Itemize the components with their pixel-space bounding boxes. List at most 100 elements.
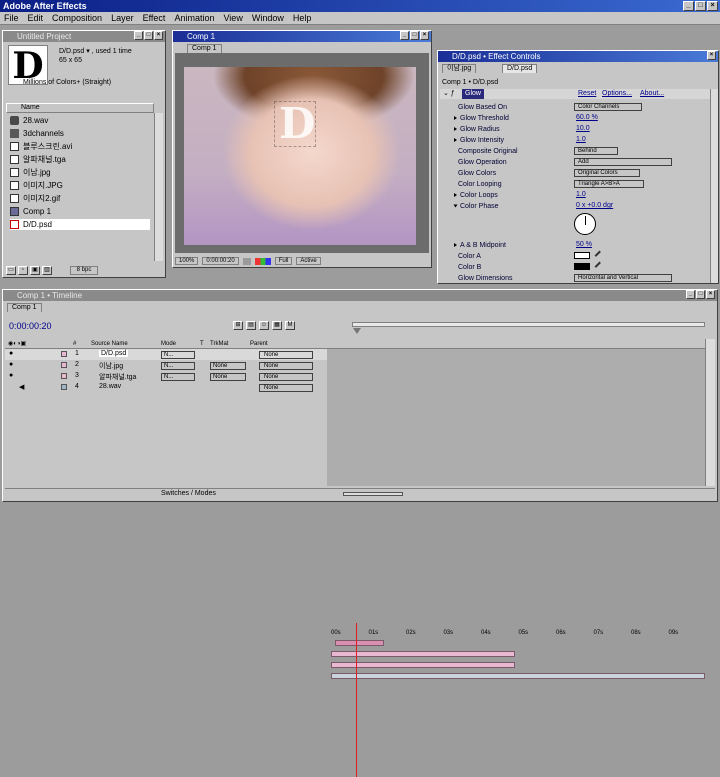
comp-title-bar[interactable]: Comp 1 _ □ × <box>173 31 431 42</box>
layer-bounding-box[interactable]: D <box>274 101 316 147</box>
layer-duration-bar[interactable] <box>331 651 515 657</box>
bpc-indicator[interactable]: 8 bpc <box>70 266 98 275</box>
work-area-bar[interactable] <box>352 322 705 327</box>
layer-parent-dropdown[interactable]: None <box>259 384 313 392</box>
comp-timecode[interactable]: 0:00:00:20 <box>202 257 239 265</box>
maximize-button[interactable]: □ <box>695 1 706 11</box>
timeline-timecode[interactable]: 0:00:00:20 <box>9 321 52 331</box>
param-glow-colors[interactable]: Glow Colors <box>458 167 496 178</box>
glow-colors-dropdown[interactable]: Original Colors <box>574 169 640 177</box>
parent-column-header[interactable]: Parent <box>250 339 268 349</box>
param-glow-operation[interactable]: Glow Operation <box>458 156 507 167</box>
snapshot-icon[interactable] <box>242 257 251 265</box>
layer-row[interactable]: ◀ 4 28.wav None <box>5 382 327 393</box>
param-glow-dimensions[interactable]: Glow Dimensions <box>458 272 512 283</box>
eyedropper-icon[interactable] <box>594 250 605 261</box>
layer-parent-dropdown[interactable]: None <box>259 373 313 381</box>
menu-composition[interactable]: Composition <box>52 13 102 23</box>
expand-icon[interactable] <box>454 115 457 120</box>
t-column-header[interactable]: T <box>200 339 204 349</box>
frame-blending-icon[interactable]: ▦ <box>272 321 282 330</box>
glow-based-on-dropdown[interactable]: Color Channels <box>574 103 642 111</box>
param-composite-original[interactable]: Composite Original <box>458 145 518 156</box>
motion-blur-icon[interactable]: M <box>285 321 295 330</box>
effect-close-button[interactable]: × <box>707 51 716 60</box>
param-glow-threshold[interactable]: Glow Threshold <box>454 112 509 123</box>
menu-animation[interactable]: Animation <box>174 13 214 23</box>
layer-trkmat-dropdown[interactable]: None <box>210 362 246 370</box>
visibility-icon[interactable]: ● <box>9 372 13 379</box>
project-minimize-button[interactable]: _ <box>134 31 143 40</box>
project-scrollbar[interactable] <box>154 113 163 261</box>
ab-midpoint-value[interactable]: 50 % <box>576 241 592 248</box>
project-maximize-button[interactable]: □ <box>144 31 153 40</box>
list-item[interactable]: 3dchannels <box>10 128 150 139</box>
list-item[interactable]: 28.wav <box>10 115 150 126</box>
menu-view[interactable]: View <box>223 13 242 23</box>
list-item[interactable]: 알파채널.tga <box>10 154 150 165</box>
param-color-looping[interactable]: Color Looping <box>458 178 502 189</box>
effect-controls-title-bar[interactable]: D/D.psd • Effect Controls × <box>438 51 718 62</box>
layer-mode-dropdown[interactable]: N... <box>161 351 195 359</box>
tab-effect-jpg[interactable]: 이남.jpg <box>442 64 477 73</box>
timeline-maximize-button[interactable]: □ <box>696 290 705 299</box>
layer-duration-bar[interactable] <box>331 662 515 668</box>
tab-effect-psd[interactable]: D/D.psd <box>502 64 538 73</box>
glow-intensity-value[interactable]: 1.0 <box>576 136 586 143</box>
switches-modes-toggle[interactable]: Switches / Modes <box>161 490 216 497</box>
expand-icon[interactable] <box>454 192 457 197</box>
track-area[interactable] <box>327 349 705 486</box>
list-item[interactable]: 이미지2.gif <box>10 193 150 204</box>
color-b-swatch[interactable] <box>574 263 590 270</box>
effect-header-row[interactable]: ⌄ ƒ Glow Reset Options... About... <box>440 89 710 99</box>
reset-link[interactable]: Reset <box>578 89 596 99</box>
layer-duration-bar[interactable] <box>334 640 384 646</box>
shy-layers-icon[interactable]: ☺ <box>259 321 269 330</box>
list-item[interactable]: Comp 1 <box>10 206 150 217</box>
layer-name[interactable]: 28.wav <box>99 383 121 390</box>
trash-icon[interactable]: ▥ <box>42 266 52 275</box>
visibility-icon[interactable]: ● <box>9 350 13 357</box>
source-name-column-header[interactable]: Source Name <box>91 339 128 349</box>
param-glow-based-on[interactable]: Glow Based On <box>458 101 507 112</box>
param-ab-midpoint[interactable]: A & B Midpoint <box>454 239 506 250</box>
interpret-footage-icon[interactable]: ▭ <box>6 266 16 275</box>
menu-window[interactable]: Window <box>252 13 284 23</box>
visibility-icon[interactable]: ● <box>9 361 13 368</box>
layer-duration-bar[interactable] <box>331 673 705 679</box>
param-color-a[interactable]: Color A <box>458 250 481 261</box>
menu-layer[interactable]: Layer <box>111 13 134 23</box>
glow-radius-value[interactable]: 10.0 <box>576 125 590 132</box>
comp-flowchart-icon[interactable]: ⊞ <box>233 321 243 330</box>
layer-parent-dropdown[interactable]: None <box>259 362 313 370</box>
layer-color-label[interactable] <box>61 362 67 368</box>
timeline-vertical-scrollbar[interactable] <box>705 339 715 486</box>
list-item-selected[interactable]: D/D.psd <box>10 219 150 230</box>
color-looping-dropdown[interactable]: Triangle A>B>A <box>574 180 644 188</box>
expand-icon[interactable] <box>454 242 457 247</box>
color-phase-dial[interactable] <box>574 213 596 235</box>
layer-row[interactable]: ● 2 이남.jpg N... None None <box>5 360 327 371</box>
new-folder-icon[interactable]: ▫ <box>18 266 28 275</box>
list-item[interactable]: 이남.jpg <box>10 167 150 178</box>
expand-icon[interactable] <box>454 137 457 142</box>
list-item[interactable]: 블루스크린.avi <box>10 141 150 152</box>
camera-dropdown[interactable]: Active <box>296 257 321 265</box>
draft-3d-icon[interactable]: ▤ <box>246 321 256 330</box>
timeline-close-button[interactable]: × <box>706 290 715 299</box>
color-phase-value[interactable]: 0 x +0.0 dgr <box>576 202 613 209</box>
color-a-swatch[interactable] <box>574 252 590 259</box>
project-list-header[interactable]: Name <box>6 103 154 113</box>
tab-timeline-comp-1[interactable]: Comp 1 <box>7 303 42 312</box>
zoom-dropdown[interactable]: 100% <box>175 257 199 265</box>
param-color-phase[interactable]: Color Phase <box>453 200 499 211</box>
glow-operation-dropdown[interactable]: Add <box>574 158 672 166</box>
about-link[interactable]: About... <box>640 89 664 99</box>
close-button[interactable]: × <box>707 1 718 11</box>
menu-file[interactable]: File <box>4 13 19 23</box>
time-ruler[interactable] <box>327 339 705 349</box>
fx-toggle-icon[interactable]: ⌄ ƒ <box>443 89 455 99</box>
audio-toggle-icon[interactable]: ◀ <box>19 383 24 391</box>
glow-threshold-value[interactable]: 60.0 % <box>576 114 598 121</box>
zoom-slider[interactable] <box>343 492 403 496</box>
